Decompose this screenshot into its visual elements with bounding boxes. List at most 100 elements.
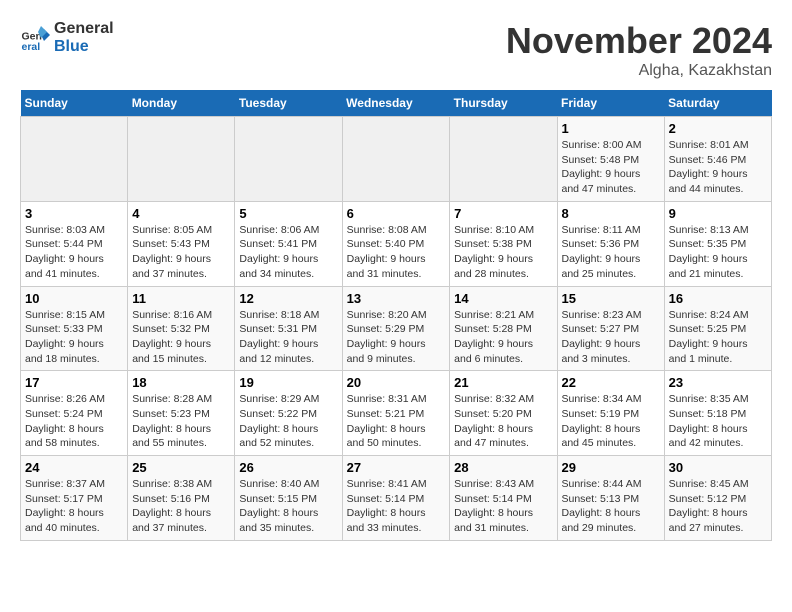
- header-friday: Friday: [557, 90, 664, 117]
- day-number: 12: [239, 291, 337, 306]
- calendar-cell: 10 Sunrise: 8:15 AM Sunset: 5:33 PM Dayli…: [21, 286, 128, 371]
- week-row-0: 1 Sunrise: 8:00 AM Sunset: 5:48 PM Daylig…: [21, 117, 772, 202]
- day-number: 18: [132, 375, 230, 390]
- day-info: Sunrise: 8:37 AM Sunset: 5:17 PM Dayligh…: [25, 477, 123, 536]
- day-number: 19: [239, 375, 337, 390]
- day-number: 20: [347, 375, 446, 390]
- week-row-4: 24 Sunrise: 8:37 AM Sunset: 5:17 PM Dayli…: [21, 456, 772, 541]
- day-info: Sunrise: 8:29 AM Sunset: 5:22 PM Dayligh…: [239, 392, 337, 451]
- calendar-cell: 7 Sunrise: 8:10 AM Sunset: 5:38 PM Daylig…: [450, 201, 557, 286]
- day-info: Sunrise: 8:35 AM Sunset: 5:18 PM Dayligh…: [669, 392, 767, 451]
- day-number: 23: [669, 375, 767, 390]
- calendar-cell: 11Sunrise: 8:16 AM Sunset: 5:32 PM Dayli…: [128, 286, 235, 371]
- day-number: 3: [25, 206, 123, 221]
- header-sunday: Sunday: [21, 90, 128, 117]
- day-number: 10: [25, 291, 123, 306]
- day-number: 27: [347, 460, 446, 475]
- day-number: 14: [454, 291, 552, 306]
- calendar-cell: 16 Sunrise: 8:24 AM Sunset: 5:25 PM Dayli…: [664, 286, 771, 371]
- day-number: 24: [25, 460, 123, 475]
- title-area: November 2024 Algha, Kazakhstan: [506, 20, 772, 80]
- day-number: 6: [347, 206, 446, 221]
- day-number: 2: [669, 121, 767, 136]
- week-row-2: 10 Sunrise: 8:15 AM Sunset: 5:33 PM Dayli…: [21, 286, 772, 371]
- calendar-cell: 19 Sunrise: 8:29 AM Sunset: 5:22 PM Dayli…: [235, 371, 342, 456]
- calendar-cell: 13 Sunrise: 8:20 AM Sunset: 5:29 PM Dayli…: [342, 286, 450, 371]
- day-info: Sunrise: 8:16 AM Sunset: 5:32 PM Dayligh…: [132, 308, 230, 367]
- day-number: 22: [562, 375, 660, 390]
- day-info: Sunrise: 8:32 AM Sunset: 5:20 PM Dayligh…: [454, 392, 552, 451]
- day-number: 15: [562, 291, 660, 306]
- calendar-cell: 12Sunrise: 8:18 AM Sunset: 5:31 PM Dayli…: [235, 286, 342, 371]
- calendar-cell: 26Sunrise: 8:40 AM Sunset: 5:15 PM Dayli…: [235, 456, 342, 541]
- calendar-cell: 9 Sunrise: 8:13 AM Sunset: 5:35 PM Daylig…: [664, 201, 771, 286]
- location-title: Algha, Kazakhstan: [506, 62, 772, 80]
- day-number: 7: [454, 206, 552, 221]
- day-number: 29: [562, 460, 660, 475]
- calendar-cell: 1 Sunrise: 8:00 AM Sunset: 5:48 PM Daylig…: [557, 117, 664, 202]
- calendar-body: 1 Sunrise: 8:00 AM Sunset: 5:48 PM Daylig…: [21, 117, 772, 541]
- logo: Gen eral General Blue: [20, 20, 114, 56]
- day-number: 4: [132, 206, 230, 221]
- logo-icon: Gen eral: [20, 23, 50, 53]
- day-info: Sunrise: 8:10 AM Sunset: 5:38 PM Dayligh…: [454, 223, 552, 282]
- day-info: Sunrise: 8:03 AM Sunset: 5:44 PM Dayligh…: [25, 223, 123, 282]
- day-info: Sunrise: 8:08 AM Sunset: 5:40 PM Dayligh…: [347, 223, 446, 282]
- svg-text:eral: eral: [22, 41, 41, 53]
- header-thursday: Thursday: [450, 90, 557, 117]
- day-info: Sunrise: 8:28 AM Sunset: 5:23 PM Dayligh…: [132, 392, 230, 451]
- day-info: Sunrise: 8:34 AM Sunset: 5:19 PM Dayligh…: [562, 392, 660, 451]
- day-info: Sunrise: 8:05 AM Sunset: 5:43 PM Dayligh…: [132, 223, 230, 282]
- day-number: 8: [562, 206, 660, 221]
- logo-line2: Blue: [54, 38, 114, 56]
- calendar-cell: [128, 117, 235, 202]
- day-info: Sunrise: 8:01 AM Sunset: 5:46 PM Dayligh…: [669, 138, 767, 197]
- month-title: November 2024: [506, 20, 772, 62]
- calendar-cell: 17Sunrise: 8:26 AM Sunset: 5:24 PM Dayli…: [21, 371, 128, 456]
- day-info: Sunrise: 8:40 AM Sunset: 5:15 PM Dayligh…: [239, 477, 337, 536]
- day-info: Sunrise: 8:13 AM Sunset: 5:35 PM Dayligh…: [669, 223, 767, 282]
- calendar-header: SundayMondayTuesdayWednesdayThursdayFrid…: [21, 90, 772, 117]
- calendar-cell: 15 Sunrise: 8:23 AM Sunset: 5:27 PM Dayli…: [557, 286, 664, 371]
- day-info: Sunrise: 8:00 AM Sunset: 5:48 PM Dayligh…: [562, 138, 660, 197]
- calendar-cell: 30Sunrise: 8:45 AM Sunset: 5:12 PM Dayli…: [664, 456, 771, 541]
- day-info: Sunrise: 8:23 AM Sunset: 5:27 PM Dayligh…: [562, 308, 660, 367]
- calendar-cell: 3 Sunrise: 8:03 AM Sunset: 5:44 PM Daylig…: [21, 201, 128, 286]
- day-info: Sunrise: 8:20 AM Sunset: 5:29 PM Dayligh…: [347, 308, 446, 367]
- week-row-3: 17Sunrise: 8:26 AM Sunset: 5:24 PM Dayli…: [21, 371, 772, 456]
- header-wednesday: Wednesday: [342, 90, 450, 117]
- day-number: 16: [669, 291, 767, 306]
- day-number: 1: [562, 121, 660, 136]
- calendar-cell: 23 Sunrise: 8:35 AM Sunset: 5:18 PM Dayli…: [664, 371, 771, 456]
- calendar-cell: [235, 117, 342, 202]
- day-number: 9: [669, 206, 767, 221]
- day-info: Sunrise: 8:24 AM Sunset: 5:25 PM Dayligh…: [669, 308, 767, 367]
- calendar-cell: 18 Sunrise: 8:28 AM Sunset: 5:23 PM Dayli…: [128, 371, 235, 456]
- day-number: 21: [454, 375, 552, 390]
- calendar-cell: [21, 117, 128, 202]
- day-info: Sunrise: 8:41 AM Sunset: 5:14 PM Dayligh…: [347, 477, 446, 536]
- header: Gen eral General Blue November 2024 Algh…: [20, 20, 772, 80]
- logo-line1: General: [54, 20, 114, 38]
- day-info: Sunrise: 8:06 AM Sunset: 5:41 PM Dayligh…: [239, 223, 337, 282]
- day-info: Sunrise: 8:31 AM Sunset: 5:21 PM Dayligh…: [347, 392, 446, 451]
- calendar-cell: 6 Sunrise: 8:08 AM Sunset: 5:40 PM Daylig…: [342, 201, 450, 286]
- header-tuesday: Tuesday: [235, 90, 342, 117]
- calendar-cell: 29 Sunrise: 8:44 AM Sunset: 5:13 PM Dayli…: [557, 456, 664, 541]
- calendar-cell: 20 Sunrise: 8:31 AM Sunset: 5:21 PM Dayli…: [342, 371, 450, 456]
- calendar-cell: 27 Sunrise: 8:41 AM Sunset: 5:14 PM Dayli…: [342, 456, 450, 541]
- day-number: 13: [347, 291, 446, 306]
- day-info: Sunrise: 8:44 AM Sunset: 5:13 PM Dayligh…: [562, 477, 660, 536]
- day-info: Sunrise: 8:11 AM Sunset: 5:36 PM Dayligh…: [562, 223, 660, 282]
- calendar-cell: 2 Sunrise: 8:01 AM Sunset: 5:46 PM Daylig…: [664, 117, 771, 202]
- calendar-cell: [450, 117, 557, 202]
- day-number: 17: [25, 375, 123, 390]
- calendar-cell: 4 Sunrise: 8:05 AM Sunset: 5:43 PM Daylig…: [128, 201, 235, 286]
- week-row-1: 3 Sunrise: 8:03 AM Sunset: 5:44 PM Daylig…: [21, 201, 772, 286]
- day-info: Sunrise: 8:15 AM Sunset: 5:33 PM Dayligh…: [25, 308, 123, 367]
- day-info: Sunrise: 8:45 AM Sunset: 5:12 PM Dayligh…: [669, 477, 767, 536]
- calendar-cell: 21 Sunrise: 8:32 AM Sunset: 5:20 PM Dayli…: [450, 371, 557, 456]
- day-info: Sunrise: 8:43 AM Sunset: 5:14 PM Dayligh…: [454, 477, 552, 536]
- calendar-table: SundayMondayTuesdayWednesdayThursdayFrid…: [20, 90, 772, 541]
- calendar-cell: [342, 117, 450, 202]
